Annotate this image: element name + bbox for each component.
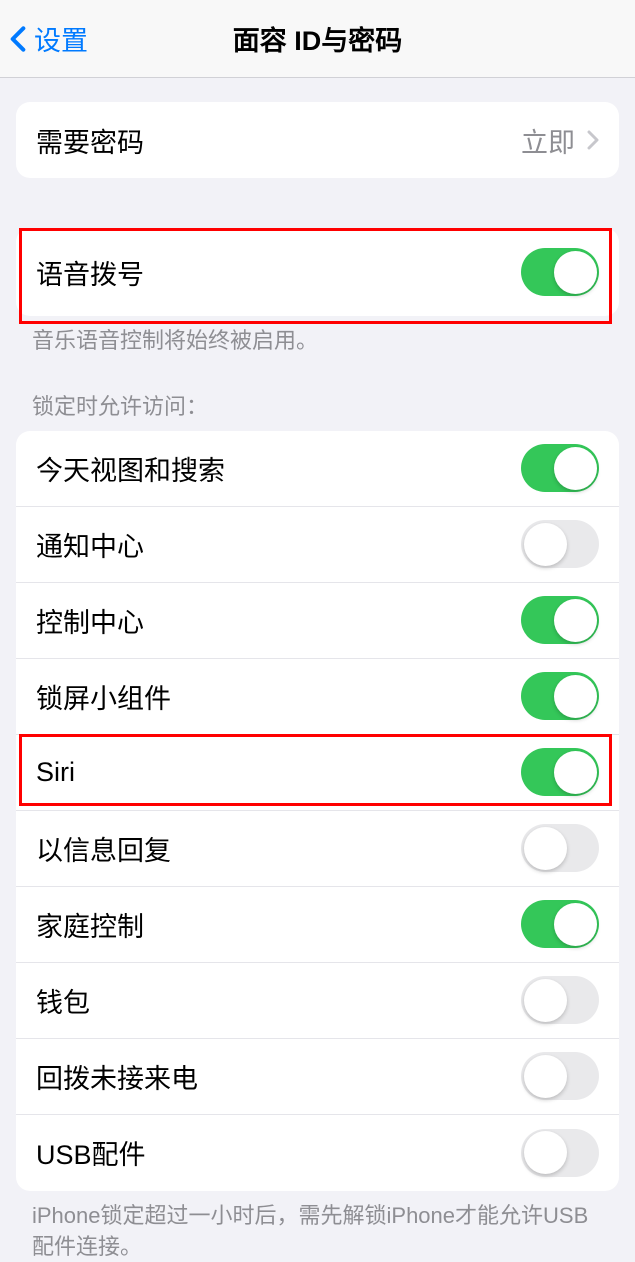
lock-option-label: 家庭控制 (36, 905, 144, 944)
lock-option-label: USB配件 (36, 1133, 146, 1172)
lock-option-row: 以信息回复 (16, 811, 619, 887)
toggle-knob (554, 599, 597, 642)
voice-dial-group: 语音拨号 (16, 228, 619, 316)
lock-option-label: 回拨未接来电 (36, 1057, 198, 1096)
lock-option-label: Siri (36, 757, 75, 788)
lock-section-footer: iPhone锁定超过一小时后，需先解锁iPhone才能允许USB配件连接。 (0, 1191, 635, 1262)
require-passcode-value-wrap: 立即 (521, 121, 599, 160)
lock-option-row: 控制中心 (16, 583, 619, 659)
voice-dial-row: 语音拨号 (16, 228, 619, 316)
lock-option-toggle[interactable] (521, 824, 599, 872)
back-label: 设置 (34, 19, 88, 58)
page-title: 面容 ID与密码 (233, 19, 403, 58)
lock-option-row: 今天视图和搜索 (16, 431, 619, 507)
toggle-knob (554, 751, 597, 794)
lock-option-toggle[interactable] (521, 520, 599, 568)
lock-options-group: 今天视图和搜索通知中心控制中心锁屏小组件 Siri 以信息回复家庭控制钱包回拨未接来… (16, 431, 619, 1191)
lock-option-toggle[interactable] (521, 672, 599, 720)
lock-option-label: 以信息回复 (36, 829, 171, 868)
back-button[interactable]: 设置 (0, 19, 88, 58)
require-passcode-row[interactable]: 需要密码 立即 (16, 102, 619, 178)
lock-option-row: 回拨未接来电 (16, 1039, 619, 1115)
lock-section-header: 锁定时允许访问： (0, 357, 635, 429)
lock-option-toggle[interactable] (521, 1052, 599, 1100)
toggle-knob (524, 827, 567, 870)
chevron-right-icon (587, 130, 599, 150)
lock-option-row: 通知中心 (16, 507, 619, 583)
chevron-left-icon (10, 25, 26, 53)
voice-dial-toggle[interactable] (521, 248, 599, 296)
toggle-knob (554, 675, 597, 718)
lock-option-row: 钱包 (16, 963, 619, 1039)
lock-option-row: Siri (16, 735, 619, 811)
require-passcode-value: 立即 (521, 121, 575, 160)
require-passcode-group: 需要密码 立即 (16, 102, 619, 178)
toggle-knob (524, 979, 567, 1022)
lock-option-toggle[interactable] (521, 1129, 599, 1177)
toggle-knob (554, 447, 597, 490)
lock-option-row: USB配件 (16, 1115, 619, 1191)
lock-option-toggle[interactable] (521, 748, 599, 796)
lock-option-label: 控制中心 (36, 601, 144, 640)
lock-option-label: 钱包 (36, 981, 90, 1020)
toggle-knob (524, 1131, 567, 1174)
toggle-knob (554, 251, 597, 294)
lock-option-label: 锁屏小组件 (36, 677, 171, 716)
navigation-header: 设置 面容 ID与密码 (0, 0, 635, 78)
lock-option-row: 锁屏小组件 (16, 659, 619, 735)
lock-option-toggle[interactable] (521, 976, 599, 1024)
toggle-knob (554, 903, 597, 946)
lock-option-label: 通知中心 (36, 525, 144, 564)
lock-option-toggle[interactable] (521, 900, 599, 948)
voice-dial-label: 语音拨号 (36, 253, 144, 292)
toggle-knob (524, 523, 567, 566)
require-passcode-label: 需要密码 (36, 121, 144, 160)
voice-dial-footer: 音乐语音控制将始终被启用。 (0, 316, 635, 357)
lock-option-toggle[interactable] (521, 444, 599, 492)
lock-option-label: 今天视图和搜索 (36, 449, 225, 488)
toggle-knob (524, 1055, 567, 1098)
lock-option-row: 家庭控制 (16, 887, 619, 963)
lock-option-toggle[interactable] (521, 596, 599, 644)
